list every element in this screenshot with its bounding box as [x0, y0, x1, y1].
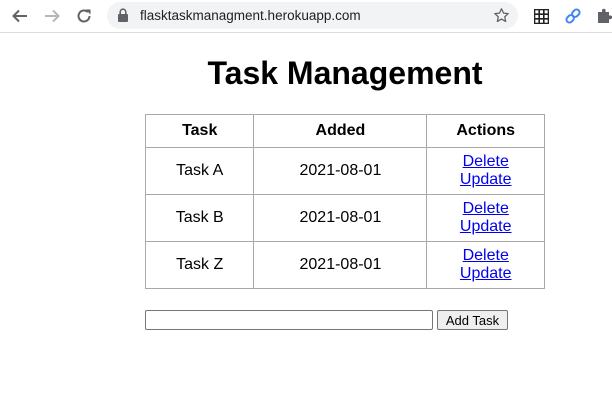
- forward-button[interactable]: [40, 4, 64, 28]
- delete-link[interactable]: Delete: [427, 247, 544, 265]
- forward-arrow-icon: [45, 9, 60, 23]
- reload-button[interactable]: [72, 4, 96, 28]
- task-actions-cell: Delete Update: [426, 194, 545, 242]
- task-table: Task Added Actions Task A 2021-08-01 Del…: [144, 114, 545, 289]
- task-content-input[interactable]: [145, 310, 433, 330]
- table-row: Task A 2021-08-01 Delete Update: [144, 147, 545, 195]
- reload-icon: [77, 9, 91, 23]
- header-task: Task: [144, 114, 255, 148]
- lock-icon: [117, 8, 129, 27]
- table-row: Task Z 2021-08-01 Delete Update: [144, 241, 545, 289]
- address-bar[interactable]: flasktaskmanagment.herokuapp.com: [107, 2, 518, 29]
- table-row: Task B 2021-08-01 Delete Update: [144, 194, 545, 242]
- header-added: Added: [253, 114, 428, 148]
- bookmark-star-icon[interactable]: [493, 7, 510, 29]
- task-actions-cell: Delete Update: [426, 241, 545, 289]
- task-name-cell: Task Z: [144, 241, 255, 289]
- add-task-button[interactable]: Add Task: [437, 310, 508, 330]
- task-name-cell: Task B: [144, 194, 255, 242]
- address-url: flasktaskmanagment.herokuapp.com: [140, 8, 361, 23]
- back-arrow-icon: [12, 9, 27, 23]
- task-name-cell: Task A: [144, 147, 255, 195]
- puzzle-piece-icon: [598, 8, 612, 23]
- task-added-cell: 2021-08-01: [253, 241, 428, 289]
- delete-link[interactable]: Delete: [427, 153, 544, 171]
- extension-link-button[interactable]: [561, 4, 585, 28]
- task-actions-cell: Delete Update: [426, 147, 545, 195]
- update-link[interactable]: Update: [427, 171, 544, 189]
- update-link[interactable]: Update: [427, 265, 544, 283]
- update-link[interactable]: Update: [427, 218, 544, 236]
- delete-link[interactable]: Delete: [427, 200, 544, 218]
- table-header-row: Task Added Actions: [144, 114, 545, 148]
- task-added-cell: 2021-08-01: [253, 194, 428, 242]
- task-added-cell: 2021-08-01: [253, 147, 428, 195]
- page-title: Task Management: [207, 55, 483, 91]
- extension-grid-button[interactable]: [529, 4, 553, 28]
- back-button[interactable]: [8, 4, 32, 28]
- extensions-button[interactable]: [592, 4, 612, 28]
- browser-toolbar: flasktaskmanagment.herokuapp.com: [0, 0, 612, 33]
- header-actions: Actions: [426, 114, 545, 148]
- grid-icon: [533, 8, 549, 24]
- link-icon: [565, 8, 581, 24]
